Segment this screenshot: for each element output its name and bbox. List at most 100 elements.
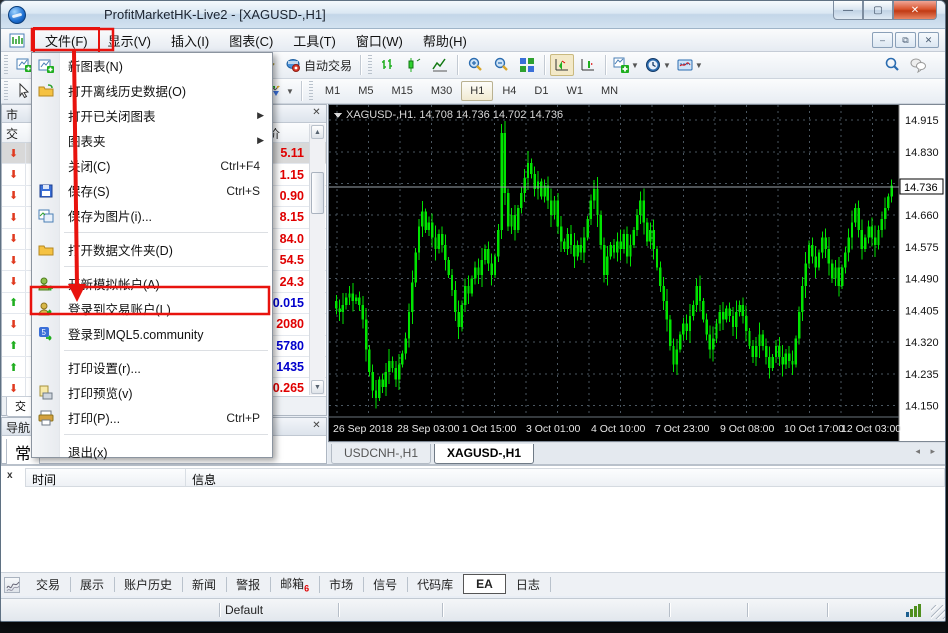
- scrollbar-thumb[interactable]: [311, 172, 324, 214]
- terminal-tab-警报[interactable]: 警报: [226, 574, 270, 595]
- file-menu-item[interactable]: 保存为图片(i)...: [32, 203, 272, 228]
- terminal-tab-日志[interactable]: 日志: [506, 574, 550, 595]
- zoom-out-button[interactable]: [489, 54, 513, 76]
- periods-button[interactable]: ▼: [643, 54, 673, 76]
- file-menu-item[interactable]: 打印(P)...Ctrl+P: [32, 405, 272, 430]
- timeframe-m30[interactable]: M30: [422, 81, 461, 101]
- navigator-close-icon[interactable]: ✕: [310, 420, 323, 431]
- connection-status-icon: [906, 604, 921, 617]
- terminal-tab-ea[interactable]: EA: [463, 574, 506, 594]
- chat-button[interactable]: [906, 54, 930, 76]
- terminal-journal-body: [25, 487, 945, 570]
- svg-text:28 Sep 03:00: 28 Sep 03:00: [397, 423, 460, 435]
- file-menu-item[interactable]: 退出(x): [32, 439, 272, 464]
- market-watch-scrollbar[interactable]: ▲ ▼: [309, 124, 325, 395]
- timeframe-mn[interactable]: MN: [592, 81, 627, 101]
- child-restore-button[interactable]: ⧉: [895, 32, 916, 48]
- file-menu-item[interactable]: 打开离线历史数据(O): [32, 78, 272, 103]
- restore-button[interactable]: ▢: [863, 1, 893, 20]
- timeframe-d1[interactable]: D1: [525, 81, 557, 101]
- price-chart[interactable]: 14.91514.83014.74514.66014.57514.49014.4…: [328, 104, 946, 442]
- chart-window-icon[interactable]: [9, 33, 25, 47]
- search-button[interactable]: [880, 54, 904, 76]
- chart-tab-bar: USDCNH-,H1XAGUSD-,H1 ◂ ▸: [328, 443, 946, 464]
- menu-item-6[interactable]: 帮助(H): [413, 29, 477, 52]
- templates-button[interactable]: ▼: [675, 54, 705, 76]
- autotrading-button[interactable]: 自动交易: [281, 57, 356, 74]
- timeframe-m5[interactable]: M5: [349, 81, 382, 101]
- menu-item-5[interactable]: 窗口(W): [346, 29, 413, 52]
- file-menu-item[interactable]: 开新模拟帐户(A): [32, 271, 272, 296]
- file-menu-item[interactable]: 保存(S)Ctrl+S: [32, 178, 272, 203]
- file-menu-item[interactable]: 图表夹▶: [32, 128, 272, 153]
- search-icon: [884, 57, 900, 73]
- terminal-tab-bar: 交易展示账户历史新闻警报邮箱6市场信号代码库EA日志: [1, 572, 946, 596]
- timeframe-h1[interactable]: H1: [461, 81, 493, 101]
- file-menu-item[interactable]: 打印设置(r)...: [32, 355, 272, 380]
- terminal-tab-市场[interactable]: 市场: [319, 574, 363, 595]
- terminal-tab-代码库[interactable]: 代码库: [407, 574, 463, 595]
- child-minimize-button[interactable]: –: [872, 32, 893, 48]
- file-menu-item[interactable]: 关闭(C)Ctrl+F4: [32, 153, 272, 178]
- toolbar-grip[interactable]: [4, 81, 8, 101]
- svg-text:7 Oct 23:00: 7 Oct 23:00: [655, 423, 709, 435]
- terminal-tab-邮箱[interactable]: 邮箱6: [270, 573, 319, 595]
- file-menu-item[interactable]: 5登录到MQL5.community: [32, 321, 272, 346]
- menu-item-2[interactable]: 插入(I): [161, 29, 219, 52]
- menu-file[interactable]: 文件(F): [35, 29, 98, 52]
- terminal-tab-交易[interactable]: 交易: [26, 574, 70, 595]
- file-menu-item[interactable]: 打开已关闭图表▶: [32, 103, 272, 128]
- terminal-tab-账户历史[interactable]: 账户历史: [114, 574, 182, 595]
- print-preview-icon: [38, 385, 54, 401]
- menu-item-1[interactable]: 显示(V): [98, 29, 161, 52]
- menu-item-3[interactable]: 图表(C): [219, 29, 283, 52]
- resize-grip[interactable]: [931, 605, 945, 619]
- terminal-tab-展示[interactable]: 展示: [70, 574, 114, 595]
- toolbar-grip[interactable]: [368, 55, 372, 75]
- line-chart-button[interactable]: [428, 54, 452, 76]
- toolbar-separator: [544, 55, 545, 75]
- zoom-in-button[interactable]: [463, 54, 487, 76]
- statusbar-divider: [827, 603, 828, 617]
- chart-tab-xagusd-h1[interactable]: XAGUSD-,H1: [434, 444, 534, 464]
- timeframe-w1[interactable]: W1: [557, 81, 592, 101]
- terminal-tab-新闻[interactable]: 新闻: [182, 574, 226, 595]
- svg-text:14.915: 14.915: [905, 115, 939, 127]
- candlestick-button[interactable]: [402, 54, 426, 76]
- folder-icon: [38, 242, 54, 258]
- file-menu-item[interactable]: 登录到交易账户(L): [32, 296, 272, 321]
- timeframe-m15[interactable]: M15: [382, 81, 421, 101]
- terminal-close-icon[interactable]: x: [7, 470, 13, 481]
- child-close-button[interactable]: ✕: [918, 32, 939, 48]
- chart-tab-usdcnh-h1[interactable]: USDCNH-,H1: [331, 444, 431, 464]
- timeframe-h4[interactable]: H4: [493, 81, 525, 101]
- minimize-button[interactable]: —: [833, 1, 863, 20]
- chart-autoscroll-button[interactable]: [576, 54, 600, 76]
- terminal-tab-信号[interactable]: 信号: [363, 574, 407, 595]
- toolbar-grip[interactable]: [309, 81, 313, 101]
- menu-item-4[interactable]: 工具(T): [283, 29, 346, 52]
- file-menu-item[interactable]: 新图表(N): [32, 53, 272, 78]
- chart-shift-button[interactable]: [550, 54, 574, 76]
- close-button[interactable]: ✕: [893, 1, 937, 20]
- scroll-down-icon[interactable]: ▼: [311, 380, 324, 394]
- profile-status[interactable]: Default: [225, 603, 263, 617]
- indicators-button[interactable]: ▼: [611, 54, 641, 76]
- market-watch-close-icon[interactable]: ✕: [310, 107, 323, 118]
- zoom-in-icon: [467, 57, 483, 73]
- file-menu-item[interactable]: 打印预览(v): [32, 380, 272, 405]
- message-column-header[interactable]: 信息: [186, 469, 944, 486]
- file-menu-item[interactable]: 打开数据文件夹(D): [32, 237, 272, 262]
- ticker-icon[interactable]: [4, 577, 20, 593]
- scroll-up-icon[interactable]: ▲: [311, 125, 324, 139]
- toolbar-grip[interactable]: [4, 55, 8, 75]
- tab-scroll-arrows[interactable]: ◂ ▸: [907, 443, 946, 460]
- candlestick-icon: [406, 57, 422, 73]
- bar-chart-button[interactable]: [376, 54, 400, 76]
- tile-windows-button[interactable]: [515, 54, 539, 76]
- app-window: ProfitMarketHK-Live2 - [XAGUSD-,H1] — ▢ …: [0, 0, 946, 622]
- time-column-header[interactable]: 时间: [26, 469, 186, 486]
- indicators-icon: [613, 57, 629, 73]
- svg-text:14.736: 14.736: [904, 182, 938, 194]
- timeframe-m1[interactable]: M1: [316, 81, 349, 101]
